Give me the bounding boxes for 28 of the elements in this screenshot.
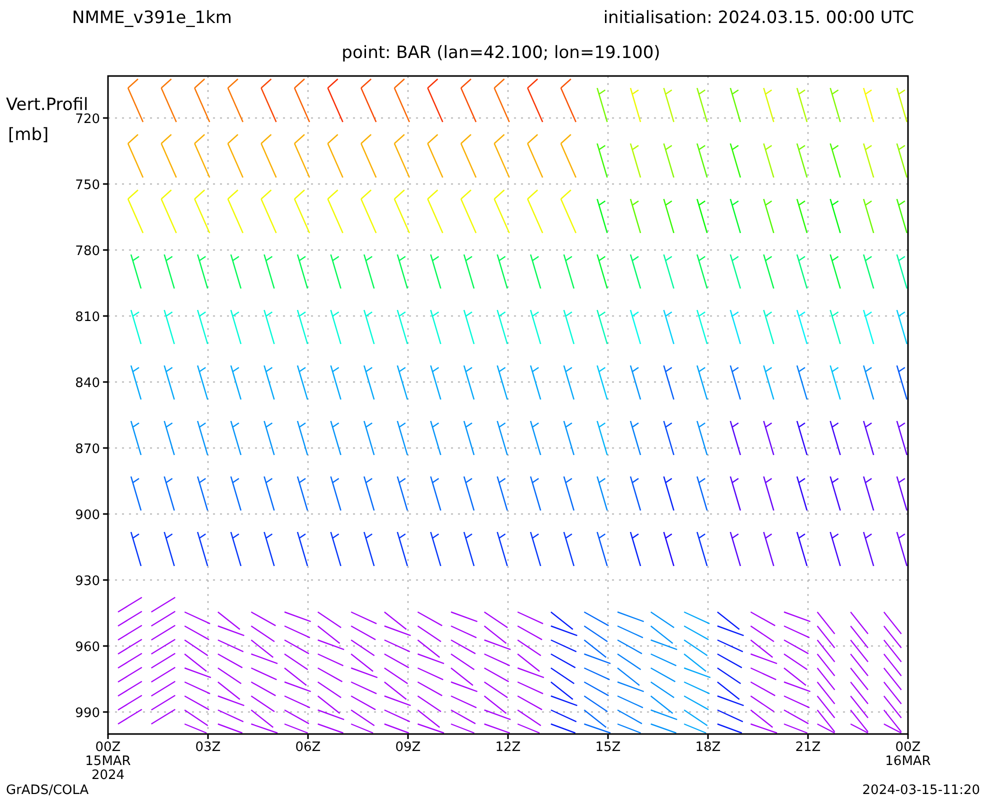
x-tick-label: 15Z: [595, 740, 621, 755]
x-tick-label: 21Z: [795, 740, 821, 755]
y-tick-label: 840: [75, 376, 100, 391]
x-tick-date: 15MAR: [85, 754, 131, 769]
y-tick-label: 990: [75, 706, 100, 721]
initialisation-time: initialisation: 2024.03.15. 00:00 UTC: [603, 7, 914, 30]
y-tick-label: 780: [75, 244, 100, 259]
x-tick-label: 09Z: [395, 740, 421, 755]
x-tick-date: 2024: [91, 768, 125, 782]
software-credit: GrADS/COLA: [6, 782, 89, 800]
y-tick-label: 750: [75, 178, 100, 193]
x-tick-label: 00Z: [895, 740, 921, 755]
x-tick-date: 16MAR: [885, 754, 931, 769]
y-tick-label: 720: [75, 112, 100, 127]
y-tick-label: 900: [75, 508, 100, 523]
x-tick-label: 00Z: [95, 740, 121, 755]
timestamp: 2024-03-15-11:20: [862, 782, 980, 800]
x-tick-label: 18Z: [695, 740, 721, 755]
y-tick-label: 930: [75, 574, 100, 589]
chart-subtitle: point: BAR (lan=42.100; lon=19.100): [342, 42, 660, 66]
model-name: NMME_v391e_1km: [72, 7, 232, 30]
y-axis-label: [mb]: [8, 125, 49, 145]
x-tick-label: 06Z: [295, 740, 321, 755]
y-tick-label: 870: [75, 442, 100, 457]
x-tick-label: 03Z: [195, 740, 221, 755]
x-tick-label: 12Z: [495, 740, 521, 755]
y-tick-label: 960: [75, 640, 100, 655]
y-tick-label: 810: [75, 310, 100, 325]
